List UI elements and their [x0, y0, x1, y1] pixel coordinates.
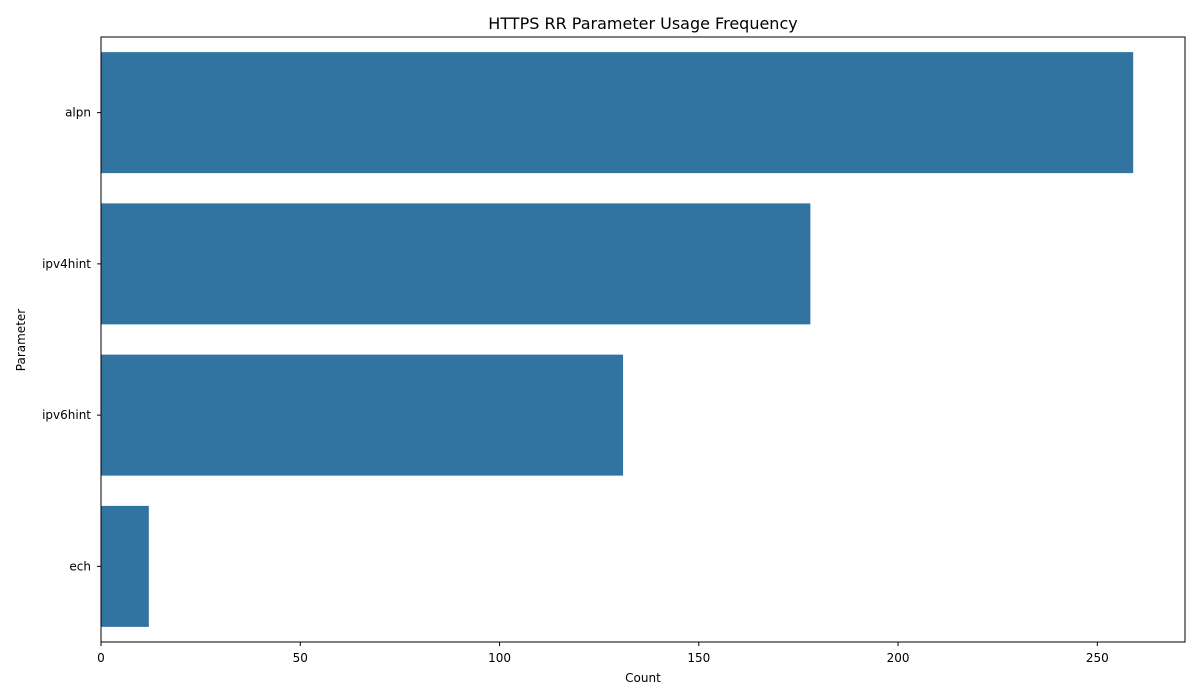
y-tick-label: alpn — [65, 106, 91, 120]
x-tick-label: 150 — [687, 651, 710, 665]
bar-ech — [101, 505, 149, 627]
bar-chart: HTTPS RR Parameter Usage Frequency alpn i… — [14, 14, 1186, 685]
x-tick-label: 250 — [1086, 651, 1109, 665]
x-axis-label: Count — [625, 671, 661, 685]
x-tick-label: 200 — [887, 651, 910, 665]
bars-layer — [101, 52, 1134, 627]
x-tick-label: 0 — [97, 651, 105, 665]
y-axis-ticks: alpn ipv4hint ipv6hint ech — [42, 106, 101, 573]
chart-title: HTTPS RR Parameter Usage Frequency — [488, 14, 797, 33]
y-axis-label: Parameter — [14, 309, 28, 371]
x-tick-label: 50 — [293, 651, 308, 665]
bar-ipv6hint — [101, 354, 624, 476]
x-tick-label: 100 — [488, 651, 511, 665]
y-tick-label: ech — [69, 559, 91, 573]
bar-alpn — [101, 52, 1134, 174]
x-axis-ticks: 0 50 100 150 200 250 — [97, 642, 1109, 665]
bar-ipv4hint — [101, 203, 811, 325]
y-tick-label: ipv6hint — [42, 408, 91, 422]
chart-container: HTTPS RR Parameter Usage Frequency alpn i… — [0, 0, 1200, 700]
y-tick-label: ipv4hint — [42, 257, 91, 271]
